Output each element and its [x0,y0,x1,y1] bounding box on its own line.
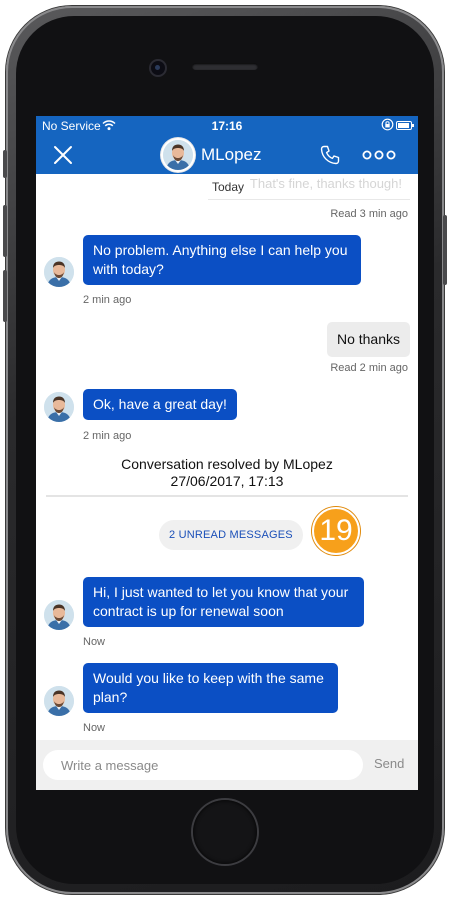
chat-header: MLopez [36,136,418,174]
agent-avatar [44,600,74,630]
more-icon[interactable] [362,145,396,165]
message-time: 2 min ago [83,294,132,306]
close-icon[interactable] [50,142,76,168]
home-button[interactable] [193,800,257,864]
front-camera [151,61,165,75]
power-button [443,215,447,285]
status-bar: No Service 17:16 [36,116,418,136]
send-button[interactable]: Send [374,756,404,771]
resolved-notice-timestamp: 27/06/2017, 17:13 [170,473,284,489]
volume-down-button [3,270,7,322]
message-time: Now [83,636,106,648]
message-status: Read 2 min ago [330,362,408,374]
incoming-message[interactable]: No problem. Anything else I can help you… [83,235,361,285]
unread-messages-button[interactable]: 2 UNREAD MESSAGES [159,520,303,550]
incoming-message[interactable]: Would you like to keep with the same pla… [83,663,338,713]
app-screen: No Service 17:16 MLopez That's fine, tha… [36,116,418,790]
unread-count-badge: 19 [312,507,360,555]
agent-avatar [163,140,193,170]
message-time: Now [83,722,106,734]
previous-message-text: That's fine, thanks though! [249,176,402,191]
message-status: Read 3 min ago [330,208,408,220]
agent-avatar [44,686,74,716]
agent-identity[interactable]: MLopez [163,139,261,171]
agent-avatar [44,257,74,287]
earpiece-speaker [192,63,258,70]
clock: 17:16 [211,119,243,133]
section-divider [46,495,408,497]
message-list[interactable]: That's fine, thanks though! Today Read 3… [36,174,418,740]
phone-icon[interactable] [319,144,341,166]
outgoing-message[interactable]: No thanks [326,322,410,357]
message-composer: Send [36,740,418,790]
incoming-message[interactable]: Hi, I just wanted to let you know that y… [83,577,364,627]
lock-rotation-icon [381,118,394,131]
page-title: MLopez [201,145,262,164]
date-divider: Today [212,180,245,194]
battery-icon [396,121,414,130]
message-input[interactable] [43,750,363,780]
resolved-notice-line1: Conversation resolved by MLopez [121,456,333,472]
volume-up-button [3,205,7,257]
agent-avatar [44,392,74,422]
message-time: 2 min ago [83,430,132,442]
incoming-message[interactable]: Ok, have a great day! [83,389,237,420]
silent-switch [3,150,7,178]
